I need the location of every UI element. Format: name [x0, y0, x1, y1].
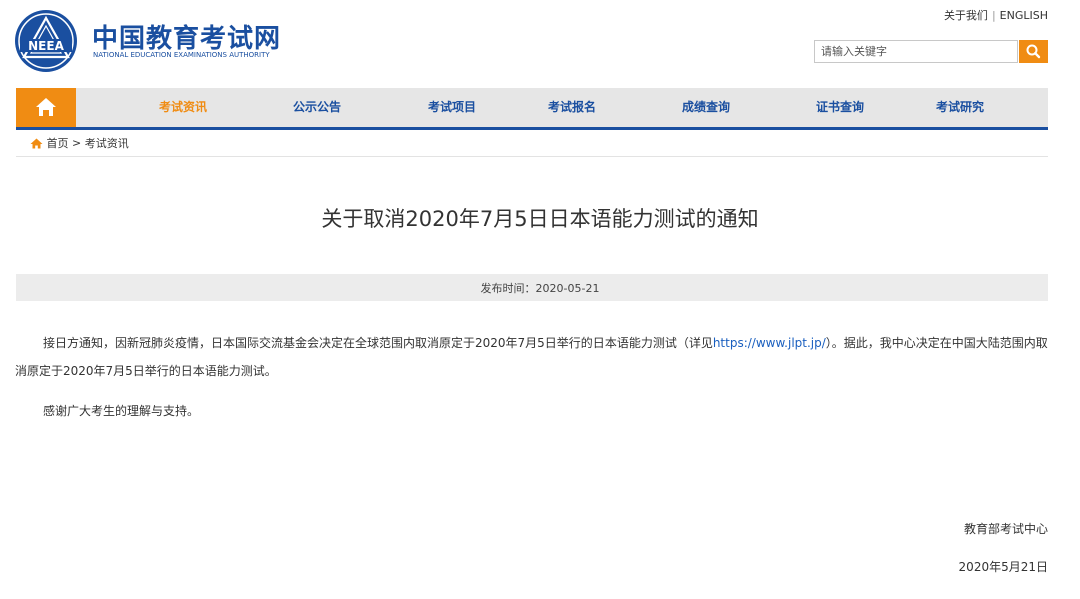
breadcrumb-home-icon [30, 137, 47, 150]
site-logo-subtitle: NATIONAL EDUCATION EXAMINATIONS AUTHORIT… [93, 51, 270, 59]
breadcrumb-divider [16, 156, 1048, 157]
search-button[interactable] [1019, 40, 1048, 63]
nav-exam-research[interactable]: 考试研究 [936, 88, 984, 127]
home-icon [36, 98, 56, 116]
breadcrumb-separator: > [72, 136, 82, 150]
nav-announcements[interactable]: 公示公告 [293, 88, 341, 127]
emblem-text: NEEA [28, 39, 64, 53]
search-icon [1026, 44, 1041, 59]
breadcrumb-home-link[interactable]: 首页 [47, 137, 69, 150]
article-paragraph: 接日方通知，因新冠肺炎疫情，日本国际交流基金会决定在全球范围内取消原定于2020… [15, 329, 1051, 385]
article-paragraph: 感谢广大考生的理解与支持。 [43, 404, 200, 418]
neea-emblem-icon[interactable]: NEEA [14, 9, 78, 73]
nav-score-query[interactable]: 成绩查询 [682, 88, 730, 127]
english-link[interactable]: ENGLISH [1000, 9, 1048, 22]
breadcrumb-current[interactable]: 考试资讯 [85, 137, 129, 150]
nav-certificate-query[interactable]: 证书查询 [816, 88, 864, 127]
about-us-link[interactable]: 关于我们 [944, 9, 988, 22]
nav-exam-registration[interactable]: 考试报名 [548, 88, 596, 127]
site-logo-title[interactable]: 中国教育考试网 [92, 18, 281, 55]
nav-exam-news[interactable]: 考试资讯 [159, 88, 207, 127]
nav-exam-projects[interactable]: 考试项目 [428, 88, 476, 127]
paragraph-text: 接日方通知，因新冠肺炎疫情，日本国际交流基金会决定在全球范围内取消原定于2020… [43, 336, 713, 350]
nav-home-button[interactable] [16, 88, 76, 127]
publish-date: 发布时间：2020-05-21 [480, 282, 600, 295]
article-title: 关于取消2020年7月5日日本语能力测试的通知 [321, 207, 759, 231]
top-links-separator: | [991, 9, 996, 22]
search-input[interactable] [814, 40, 1018, 63]
signature-date: 2020年5月21日 [958, 560, 1048, 574]
jlpt-link[interactable]: https://www.jlpt.jp/ [713, 336, 826, 350]
signature: 教育部考试中心 [963, 522, 1048, 536]
breadcrumb: 首页 > 考试资讯 [30, 135, 129, 151]
top-links: 关于我们 | ENGLISH [944, 7, 1048, 23]
